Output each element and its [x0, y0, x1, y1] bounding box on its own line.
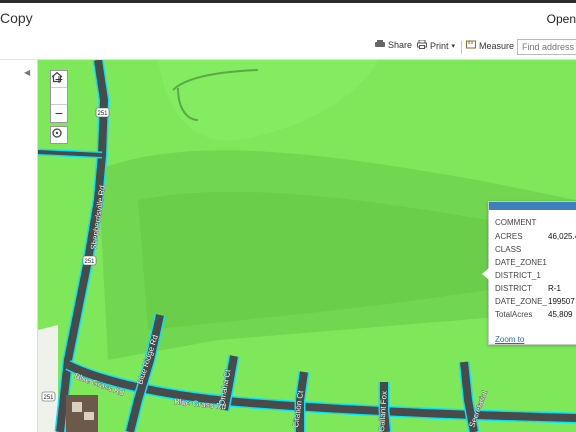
svg-text:251: 251 — [84, 259, 95, 265]
popup-row: COMMENT — [495, 218, 537, 227]
measure-label: Measure — [479, 40, 515, 51]
open-link[interactable]: Open — [547, 12, 576, 26]
printer-icon — [417, 39, 427, 51]
svg-text:251: 251 — [43, 395, 54, 401]
route-shield: 251 — [95, 107, 110, 118]
popup-row: ACRES46,025.4 — [495, 232, 576, 241]
locate-icon — [52, 128, 62, 138]
locate-button[interactable] — [50, 126, 68, 144]
feature-popup: COMMENT ACRES46,025.4 CLASS DATE_ZONE1 D… — [482, 201, 576, 345]
map-view[interactable]: 251 251 251 Shepherdsville Rd Blue Grass… — [38, 60, 576, 432]
route-shield: 251 — [82, 255, 97, 266]
map-toolbar: Share Print ▾ Measure — [0, 36, 576, 60]
zoom-controls: + − — [50, 70, 68, 123]
collapse-panel-icon[interactable]: ◀ — [24, 68, 30, 77]
share-button[interactable]: Share — [375, 40, 412, 50]
popup-row: DISTRICT_1 — [495, 271, 541, 280]
popup-row: DISTRICT R-1 — [495, 284, 561, 293]
side-panel: ◀ — [0, 60, 38, 432]
address-search-input[interactable] — [517, 39, 576, 55]
home-icon — [51, 71, 63, 83]
popup-row: TotalAcres 45,809 — [495, 310, 573, 319]
outside-parcel — [38, 325, 58, 432]
app-title: Copy — [0, 10, 33, 26]
popup-pointer — [482, 268, 489, 280]
chevron-down-icon: ▾ — [451, 42, 456, 50]
svg-text:251: 251 — [97, 111, 108, 117]
app-header: Copy Open — [0, 0, 576, 36]
zoom-out-button[interactable]: − — [51, 105, 67, 122]
share-icon — [375, 40, 385, 50]
route-shield: 251 — [41, 391, 56, 402]
popup-row: CLASS — [495, 245, 522, 254]
home-button[interactable] — [51, 71, 67, 105]
toolbar-divider — [461, 41, 462, 54]
measure-icon — [466, 40, 476, 51]
popup-row: DATE_ZONE_ 199507 — [495, 297, 575, 306]
zoom-to-link[interactable]: Zoom to — [495, 335, 524, 344]
popup-header — [489, 202, 576, 210]
popup-row: DATE_ZONE1 — [495, 258, 547, 267]
print-button[interactable]: Print ▾ — [417, 39, 456, 51]
share-label: Share — [388, 40, 413, 50]
measure-button[interactable]: Measure — [466, 40, 514, 51]
print-label: Print — [430, 40, 449, 51]
